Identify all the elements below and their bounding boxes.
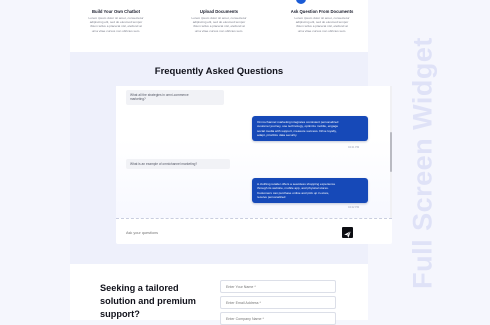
send-button[interactable]	[342, 227, 353, 238]
bot-message: A clothing retailer offers a seamless sh…	[252, 178, 368, 204]
company-field[interactable]	[220, 312, 336, 325]
email-field[interactable]	[220, 296, 336, 309]
side-title-text: Full Screen Widget	[407, 37, 438, 289]
contact-title: Seeking a tailored solution and premium …	[100, 283, 196, 319]
scrollbar-thumb[interactable]	[390, 132, 392, 172]
message-time: 04:21 PM	[348, 146, 360, 149]
feature-build-chatbot: Build Your Own Chatbot Lorem ipsum dolor…	[70, 0, 162, 33]
feature-upload-documents: Upload Documents Lorem ipsum dolor sit a…	[173, 0, 265, 33]
contact-section: Seeking a tailored solution and premium …	[70, 264, 368, 325]
feature-title: Build Your Own Chatbot	[92, 9, 140, 14]
landing-page: Build Your Own Chatbot Lorem ipsum dolor…	[70, 0, 392, 325]
chat-question-input[interactable]	[126, 227, 356, 239]
side-title: Full Screen Widget	[405, 28, 441, 298]
feature-description: Lorem ipsum dolor sit amet, consectetur …	[191, 16, 247, 33]
message-time: 04:22 PM	[348, 206, 360, 209]
bot-message: Omni-channel marketing integrates consis…	[252, 116, 368, 142]
paper-plane-icon	[344, 231, 351, 238]
name-field[interactable]	[220, 280, 336, 293]
user-message: What is an example of omnichannel market…	[126, 159, 230, 170]
chat-scrollbar[interactable]	[390, 86, 392, 218]
chat-divider	[116, 218, 392, 219]
features-section: Build Your Own Chatbot Lorem ipsum dolor…	[70, 0, 368, 52]
feature-description: Lorem ipsum dolor sit amet, consectetur …	[88, 16, 144, 33]
faq-title: Frequently Asked Questions	[154, 66, 284, 77]
feature-title: Upload Documents	[199, 9, 239, 14]
feature-description: Lorem ipsum dolor sit amet, consectetur …	[294, 16, 350, 33]
chat-widget: What all the strategies in omni-commerce…	[116, 86, 392, 244]
chat-messages[interactable]: What all the strategies in omni-commerce…	[116, 86, 392, 218]
feature-title: Ask Question From Documents	[290, 9, 354, 14]
feature-ask-question: Ask Question From Documents Lorem ipsum …	[276, 0, 368, 33]
user-message: What all the strategies in omni-commerce…	[126, 90, 224, 105]
